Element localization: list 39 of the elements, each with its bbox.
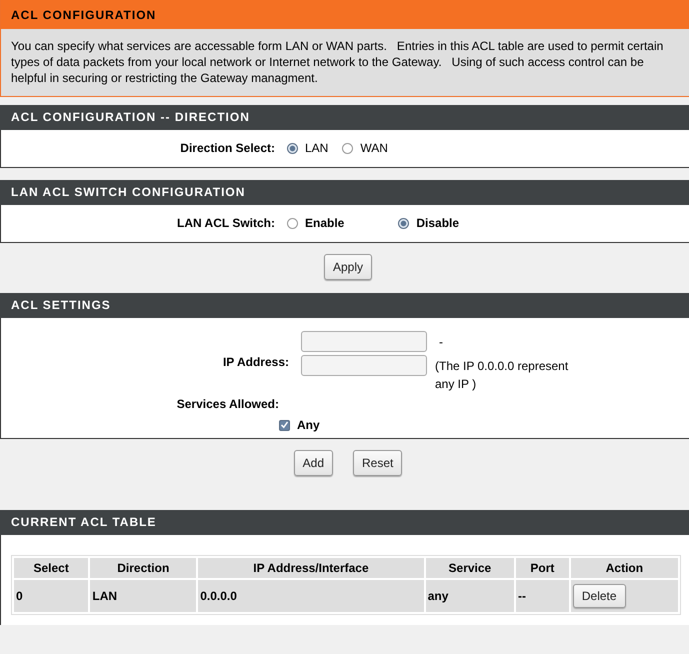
option-label: Enable bbox=[305, 216, 344, 230]
table-cell: LAN bbox=[90, 580, 196, 612]
field-label: Services Allowed: bbox=[176, 397, 280, 411]
hint-text: (The IP 0.0.0.0 represent any IP ) bbox=[435, 358, 570, 393]
radio-button[interactable] bbox=[287, 218, 298, 228]
checkbox[interactable] bbox=[279, 420, 290, 430]
column-header: Select bbox=[14, 558, 88, 578]
form-button[interactable]: Reset bbox=[353, 450, 402, 476]
option-label: WAN bbox=[360, 141, 388, 155]
input-field[interactable] bbox=[301, 355, 427, 376]
radio-button[interactable] bbox=[287, 142, 298, 154]
apply-button[interactable]: Apply bbox=[324, 254, 372, 280]
option-label: Any bbox=[297, 418, 320, 432]
section-heading: LAN ACL SWITCH CONFIGURATION bbox=[0, 180, 689, 205]
radio-button[interactable] bbox=[342, 142, 354, 154]
column-header: Action bbox=[570, 558, 678, 578]
option-label: LAN bbox=[305, 141, 328, 155]
table-cell: 0.0.0.0 bbox=[198, 580, 424, 612]
description-text: You can specify what services are accessable form LAN or WAN parts. Entries in this ACL table are used to permit certain types of data packets from your local network or Internet network to the Gateway. Using of such access control can be helpful in securing or restricting the Gateway managment. bbox=[10, 38, 664, 87]
column-header: Direction bbox=[90, 558, 196, 578]
column-header: IP Address/Interface bbox=[198, 558, 424, 578]
radio-button[interactable] bbox=[398, 218, 410, 228]
table-cell: any bbox=[426, 580, 514, 612]
section-heading: ACL SETTINGS bbox=[0, 293, 689, 318]
table-cell: 0 bbox=[14, 580, 88, 612]
section-heading: ACL CONFIGURATION -- DIRECTION bbox=[0, 105, 689, 130]
field-label: LAN ACL Switch: bbox=[176, 216, 276, 230]
page-title: ACL CONFIGURATION bbox=[1, 0, 689, 29]
field-label: Direction Select: bbox=[179, 141, 276, 155]
column-header: Service bbox=[426, 558, 514, 578]
field-label: IP Address: bbox=[222, 354, 290, 371]
separator-text: - bbox=[439, 334, 443, 348]
input-field[interactable] bbox=[301, 331, 427, 352]
section-heading: CURRENT ACL TABLE bbox=[0, 510, 689, 535]
form-button[interactable]: Add bbox=[294, 450, 333, 476]
table-cell: -- bbox=[516, 580, 569, 612]
delete-button[interactable]: Delete bbox=[572, 584, 626, 608]
option-label: Disable bbox=[416, 216, 460, 230]
column-header: Port bbox=[516, 558, 569, 578]
